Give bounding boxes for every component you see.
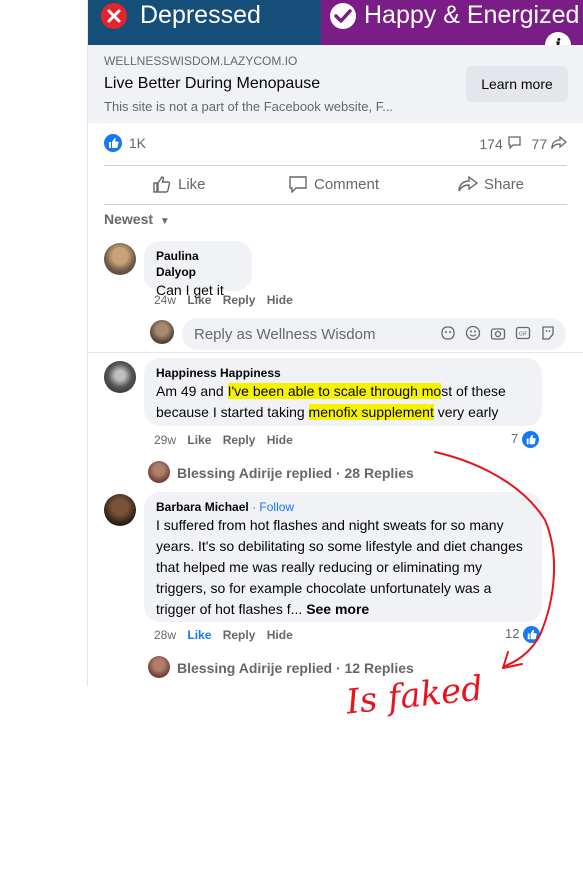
handwritten-annotation: Is faked bbox=[343, 451, 556, 723]
annotation-arrow bbox=[434, 451, 556, 667]
annotation-text: Is faked bbox=[343, 669, 484, 723]
